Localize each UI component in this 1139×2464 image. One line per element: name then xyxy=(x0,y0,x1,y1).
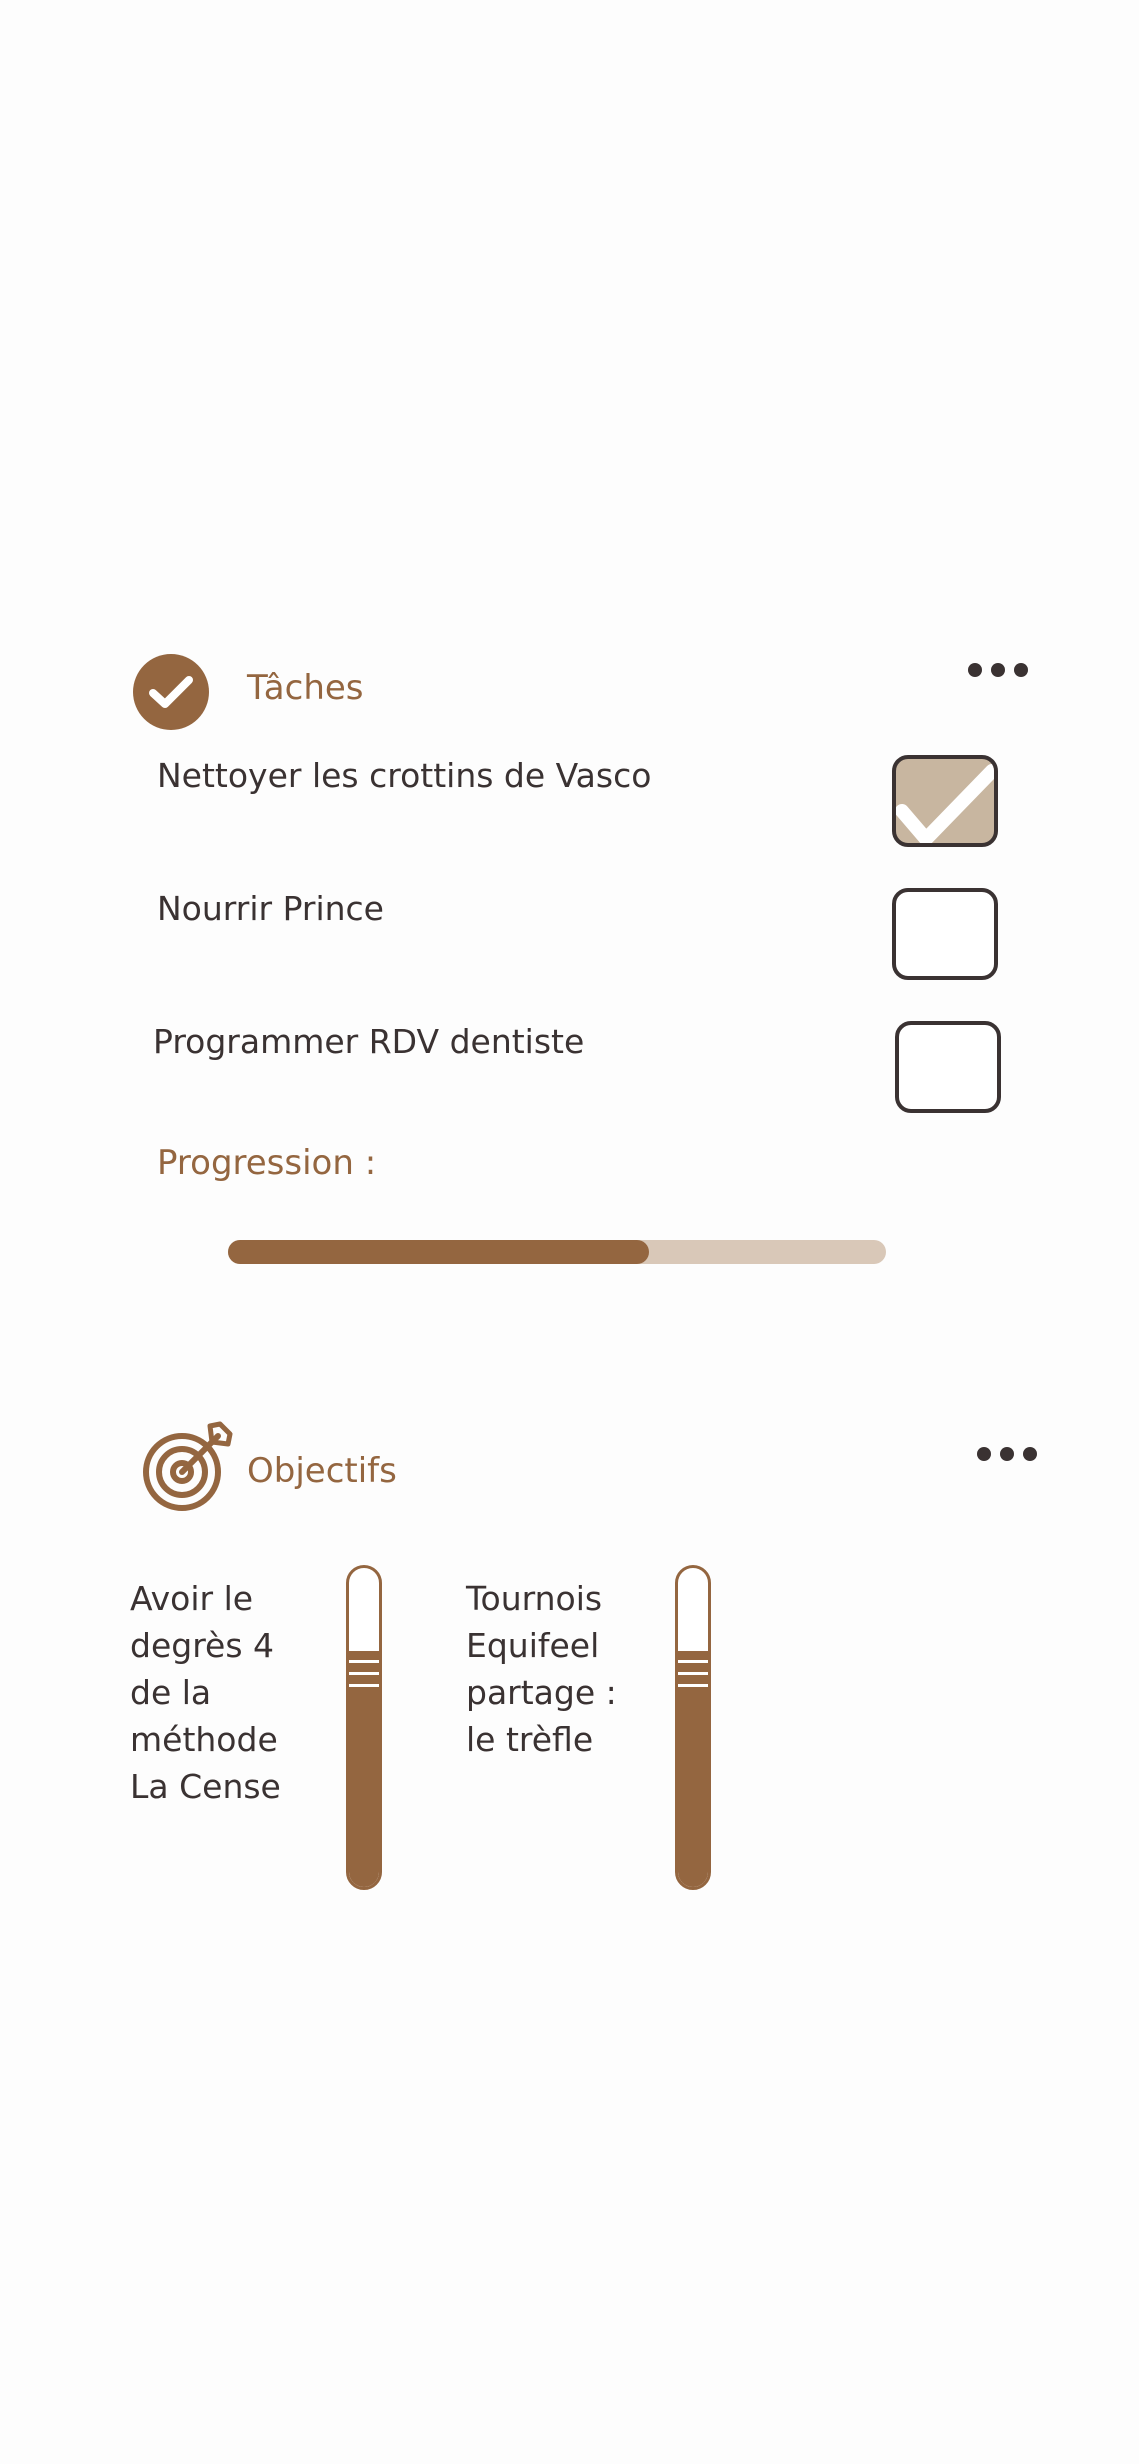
tasks-check-icon xyxy=(133,654,209,730)
progress-bar-fill xyxy=(228,1240,650,1264)
tasks-title: Tâches xyxy=(247,668,364,708)
task-label: Programmer RDV dentiste xyxy=(153,1022,585,1061)
checkmark-icon xyxy=(896,764,994,843)
goal-progress-gauge xyxy=(346,1565,382,1890)
goal-label: Tournois Equifeel partage : le trèfle xyxy=(466,1579,617,1759)
task-checkbox[interactable] xyxy=(892,755,998,847)
task-checkbox[interactable] xyxy=(892,888,998,980)
task-checkbox[interactable] xyxy=(895,1021,1001,1113)
goals-title: Objectifs xyxy=(247,1451,397,1491)
tasks-more-icon[interactable] xyxy=(968,663,1028,677)
task-label: Nourrir Prince xyxy=(157,889,384,928)
task-label: Nettoyer les crottins de Vasco xyxy=(157,756,652,795)
goal-label: Avoir le degrès 4 de la méthode La Cense xyxy=(130,1579,281,1806)
progress-bar xyxy=(228,1240,886,1264)
goal-progress-gauge xyxy=(675,1565,711,1890)
goals-more-icon[interactable] xyxy=(977,1447,1037,1461)
target-arrow-icon xyxy=(140,1418,236,1518)
progress-label: Progression : xyxy=(157,1143,377,1183)
